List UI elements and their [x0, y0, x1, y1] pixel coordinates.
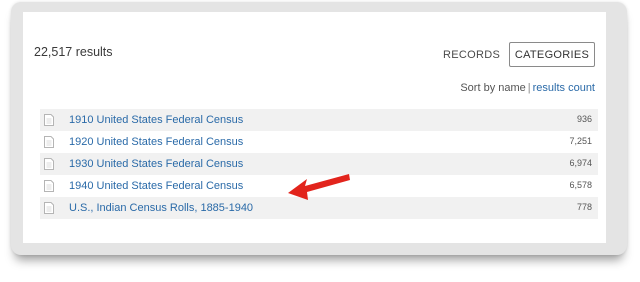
document-icon	[44, 114, 54, 126]
category-link[interactable]: 1940 United States Federal Census	[69, 180, 243, 192]
tab-categories[interactable]: CATEGORIES	[509, 42, 595, 67]
results-panel: 22,517 results RECORDS CATEGORIES Sort b…	[23, 12, 606, 243]
category-link[interactable]: 1930 United States Federal Census	[69, 158, 243, 170]
category-link[interactable]: U.S., Indian Census Rolls, 1885-1940	[69, 202, 253, 214]
category-count: 6,974	[569, 158, 592, 168]
tab-categories-label: CATEGORIES	[514, 48, 590, 61]
sort-separator: |	[527, 82, 531, 94]
screenshot-frame: 22,517 results RECORDS CATEGORIES Sort b…	[11, 2, 627, 255]
document-icon	[44, 158, 54, 170]
document-icon	[44, 202, 54, 214]
list-item[interactable]: 1920 United States Federal Census 7,251	[40, 131, 598, 153]
red-arrow-icon	[288, 174, 350, 200]
sort-options: Sort by name | results count	[460, 82, 595, 94]
category-link[interactable]: 1920 United States Federal Census	[69, 136, 243, 148]
category-count: 936	[576, 114, 592, 124]
document-icon	[44, 136, 54, 148]
list-item[interactable]: 1910 United States Federal Census 936	[40, 109, 598, 131]
category-link[interactable]: 1910 United States Federal Census	[69, 114, 243, 126]
sort-by-results-count[interactable]: results count	[533, 82, 595, 94]
document-icon	[44, 180, 54, 192]
results-count: 22,517 results	[34, 45, 113, 59]
category-count: 7,251	[569, 136, 592, 146]
category-list: 1910 United States Federal Census 936 19…	[40, 109, 598, 219]
category-count: 6,578	[569, 180, 592, 190]
sort-by-name[interactable]: Sort by name	[460, 82, 525, 94]
tab-records[interactable]: RECORDS	[443, 49, 500, 61]
category-count: 778	[576, 202, 592, 212]
